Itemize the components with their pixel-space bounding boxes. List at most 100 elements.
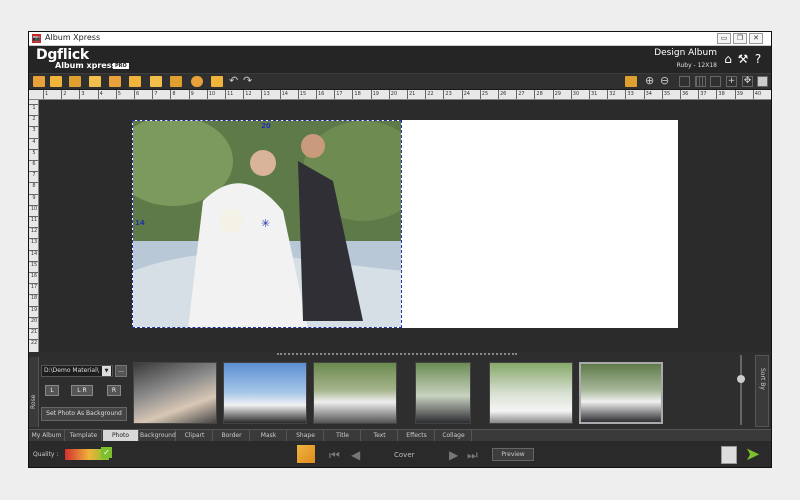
ruler-mark: 6 bbox=[134, 90, 139, 99]
ruler-mark: 10 bbox=[206, 90, 215, 99]
placed-photo[interactable]: 20 14 ✳ bbox=[132, 120, 402, 328]
ruler-mark: 6 bbox=[29, 160, 38, 167]
ruler-mark: 2 bbox=[61, 90, 66, 99]
ruler-mark: 37 bbox=[698, 90, 707, 99]
save-icon[interactable] bbox=[721, 446, 737, 464]
horizontal-ruler: 1 2 3 4 5 6 7 8 9 10 11 12 13 14 15 16 17 18 19 20 21 22 23 24 2… bbox=[29, 90, 771, 100]
ruler-mark: 18 bbox=[352, 90, 361, 99]
ruler-mark: 33 bbox=[625, 90, 634, 99]
album-spec: Ruby - 12X18 bbox=[676, 62, 717, 69]
next-page-icon[interactable]: ▶ bbox=[449, 449, 458, 461]
album-spread[interactable]: 20 14 ✳ bbox=[132, 120, 678, 328]
ruler-mark: 32 bbox=[607, 90, 616, 99]
ruler-mark: 4 bbox=[29, 137, 38, 145]
thumbnail-scrollbar[interactable] bbox=[735, 355, 747, 425]
main-toolbar: ↶ ↷ ⊕ ⊖ + ✥ bbox=[29, 73, 771, 90]
ruler-mark: 1 bbox=[43, 90, 48, 99]
zoom-in-icon[interactable]: ⊕ bbox=[645, 75, 657, 87]
photo-thumbnail[interactable] bbox=[313, 362, 397, 424]
ruler-mark: 9 bbox=[188, 90, 194, 99]
vertical-ruler: 1 2 3 4 5 6 7 8 9 10 11 12 13 14 15 16 17 18 19 20 21 22 bbox=[29, 100, 39, 352]
ruler-mark: 8 bbox=[170, 90, 176, 99]
zoom-out-icon[interactable]: ⊖ bbox=[660, 75, 672, 87]
page-label: Cover bbox=[394, 451, 415, 459]
app-window: 📷 Album Xpress ▭ ❐ ✕ Dgflick Album xpres… bbox=[28, 31, 772, 468]
redo-icon[interactable]: ↷ bbox=[243, 75, 255, 87]
design-canvas[interactable]: 20 14 ✳ bbox=[39, 100, 771, 352]
ruler-mark: 11 bbox=[225, 90, 233, 99]
photo-thumbnail[interactable] bbox=[415, 362, 471, 424]
rotate-icon[interactable] bbox=[191, 76, 203, 87]
ruler-mark: 19 bbox=[370, 90, 379, 99]
photo-thumbnail[interactable] bbox=[133, 362, 217, 424]
size-icon[interactable] bbox=[170, 76, 182, 87]
ruler-mark: 21 bbox=[29, 328, 38, 335]
maximize-button[interactable]: ❐ bbox=[733, 33, 747, 44]
ruler-mark: 21 bbox=[407, 90, 415, 99]
first-page-icon[interactable]: ⏮ bbox=[329, 449, 340, 461]
align-left-button[interactable]: L bbox=[45, 385, 59, 396]
sort-by-button[interactable]: Sort By bbox=[755, 355, 769, 427]
undo-icon[interactable]: ↶ bbox=[229, 75, 241, 87]
ruler-mark: 3 bbox=[29, 126, 38, 133]
ruler-mark: 20 bbox=[388, 90, 397, 99]
ruler-mark: 39 bbox=[734, 90, 743, 99]
photo-thumbnail[interactable] bbox=[489, 362, 573, 424]
side-tab[interactable]: Rose bbox=[29, 357, 39, 427]
ruler-mark: 17 bbox=[334, 90, 343, 99]
close-button[interactable]: ✕ bbox=[749, 33, 763, 44]
guides-icon[interactable] bbox=[710, 76, 721, 87]
ruler-mark: 15 bbox=[29, 260, 38, 268]
set-background-button[interactable]: Set Photo As Background bbox=[41, 407, 127, 421]
help-icon[interactable]: ? bbox=[752, 53, 764, 65]
photo-thumbnail-selected[interactable] bbox=[579, 362, 663, 424]
ruler-mark: 16 bbox=[316, 90, 324, 99]
home-icon[interactable]: ⌂ bbox=[722, 53, 734, 65]
ruler-mark: 2 bbox=[29, 115, 38, 122]
ruler-mark: 20 bbox=[29, 316, 38, 324]
arrange-icon[interactable] bbox=[150, 76, 162, 87]
ruler-mark: 11 bbox=[29, 216, 38, 223]
align-right-button[interactable]: R bbox=[107, 385, 121, 396]
scrollbar-thumb[interactable] bbox=[737, 375, 745, 383]
send-back-icon[interactable] bbox=[69, 76, 81, 87]
ruler-mark: 22 bbox=[425, 90, 434, 99]
move-icon[interactable]: ✥ bbox=[742, 76, 753, 87]
photo-thumbnail[interactable] bbox=[223, 362, 307, 424]
ruler-mark: 40 bbox=[752, 90, 761, 99]
browse-button[interactable]: ... bbox=[115, 365, 127, 377]
fit-icon[interactable]: + bbox=[726, 76, 737, 87]
minimize-button[interactable]: ▭ bbox=[717, 33, 731, 44]
fullscreen-icon[interactable] bbox=[757, 76, 768, 87]
chevron-down-icon[interactable]: ▼ bbox=[102, 366, 111, 376]
ruler-mark: 7 bbox=[29, 171, 38, 178]
thumbnail-strip bbox=[133, 362, 733, 426]
ruler-mark: 13 bbox=[29, 238, 38, 246]
align-both-button[interactable]: L R bbox=[71, 385, 93, 396]
ruler-mark: 27 bbox=[516, 90, 525, 99]
flip-icon[interactable] bbox=[211, 76, 223, 87]
ruler-mark: 24 bbox=[461, 90, 470, 99]
panel-splitter[interactable] bbox=[277, 353, 517, 355]
distribute-icon[interactable] bbox=[109, 76, 121, 87]
layer-icon[interactable] bbox=[50, 76, 62, 87]
pages-icon[interactable] bbox=[297, 445, 315, 463]
grid-fine-icon[interactable] bbox=[695, 76, 706, 87]
ruler-mark: 10 bbox=[29, 204, 38, 212]
app-header: Dgflick Album xpress PRO Design Album Ru… bbox=[29, 46, 771, 73]
preview-button[interactable]: Preview bbox=[492, 448, 534, 461]
lock-icon[interactable] bbox=[33, 76, 45, 87]
center-handle-icon[interactable]: ✳ bbox=[261, 217, 270, 230]
sort-by-label: Sort By bbox=[759, 368, 766, 390]
last-page-icon[interactable]: ⏭ bbox=[467, 449, 478, 461]
ruler-mark: 26 bbox=[498, 90, 506, 99]
ruler-mark: 9 bbox=[29, 193, 38, 201]
eyedropper-icon[interactable] bbox=[625, 76, 637, 87]
align-icon[interactable] bbox=[89, 76, 101, 87]
prev-page-icon[interactable]: ◀ bbox=[351, 449, 360, 461]
group-icon[interactable] bbox=[129, 76, 141, 87]
grid-icon[interactable] bbox=[679, 76, 690, 87]
next-arrow-icon[interactable]: ➤ bbox=[745, 446, 760, 464]
ruler-mark: 19 bbox=[29, 305, 38, 313]
wrench-icon[interactable]: ⚒ bbox=[737, 53, 749, 65]
